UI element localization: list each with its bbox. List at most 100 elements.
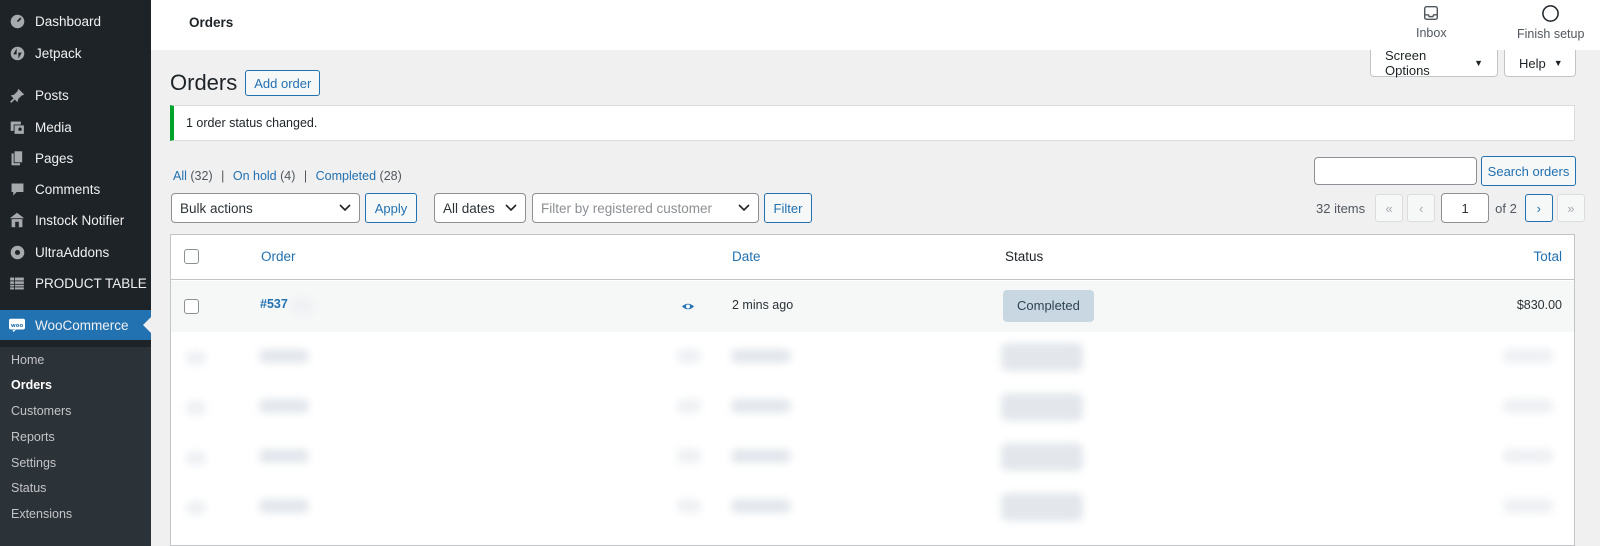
sidebar-item-pages[interactable]: Pages bbox=[0, 144, 151, 172]
date-filter-value: All dates bbox=[443, 200, 495, 216]
caret-down-icon: ▼ bbox=[1474, 58, 1483, 68]
current-page-input[interactable]: 1 bbox=[1441, 193, 1490, 223]
submenu-item-home[interactable]: Home bbox=[11, 353, 44, 367]
progress-circle-icon bbox=[1542, 5, 1560, 22]
header-page-title: Orders bbox=[189, 15, 234, 30]
finish-setup-label: Finish setup bbox=[1517, 27, 1585, 41]
last-page-button[interactable]: » bbox=[1556, 194, 1585, 222]
help-button[interactable]: Help ▼ bbox=[1504, 50, 1576, 77]
caret-down-icon: ▼ bbox=[1553, 58, 1563, 68]
inbox-button[interactable]: Inbox bbox=[1416, 4, 1447, 40]
column-status: Status bbox=[1005, 249, 1044, 264]
sidebar-item-product-table[interactable]: PRODUCT TABLE bbox=[0, 269, 151, 297]
comment-icon bbox=[8, 180, 26, 198]
view-separator: | bbox=[221, 169, 225, 183]
submenu-item-settings[interactable]: Settings bbox=[11, 456, 56, 470]
help-label: Help bbox=[1519, 55, 1546, 71]
submenu-item-status[interactable]: Status bbox=[11, 481, 46, 495]
order-total: $830.00 bbox=[1516, 298, 1562, 312]
view-completed-count: (28) bbox=[379, 169, 402, 183]
date-filter-select[interactable]: All dates bbox=[434, 193, 526, 223]
first-page-button[interactable]: « bbox=[1375, 194, 1404, 222]
sidebar-item-jetpack[interactable]: Jetpack bbox=[0, 39, 151, 67]
woo-icon: woo bbox=[8, 316, 26, 334]
finish-setup-button[interactable]: Finish setup bbox=[1517, 4, 1584, 41]
column-order[interactable]: Order bbox=[261, 249, 296, 264]
sidebar-item-ultraaddons[interactable]: UltraAddons bbox=[0, 238, 151, 266]
view-onhold-link[interactable]: On hold bbox=[233, 169, 277, 183]
order-number-link[interactable]: #537 bbox=[260, 297, 288, 311]
sidebar-item-posts[interactable]: Posts bbox=[0, 81, 151, 109]
inbox-label: Inbox bbox=[1416, 26, 1447, 40]
sidebar-item-label: Instock Notifier bbox=[35, 212, 125, 228]
success-notice: 1 order status changed. bbox=[170, 105, 1575, 141]
status-views: All (32) | On hold (4) | Completed (28) bbox=[173, 169, 402, 183]
bulk-actions-value: Bulk actions bbox=[180, 200, 253, 216]
title-row: Orders Add order bbox=[170, 70, 321, 96]
sidebar-item-label: Media bbox=[35, 119, 72, 135]
submenu-item-reports[interactable]: Reports bbox=[11, 430, 55, 444]
media-icon bbox=[8, 118, 26, 136]
inbox-icon bbox=[1424, 5, 1439, 21]
sidebar-item-label: Jetpack bbox=[35, 45, 82, 61]
table-header: Order Date Status Total bbox=[171, 235, 1574, 280]
submenu-item-customers[interactable]: Customers bbox=[11, 404, 71, 418]
items-count: 32 items bbox=[1316, 200, 1366, 216]
submenu-item-orders[interactable]: Orders bbox=[11, 378, 52, 392]
redacted-row bbox=[181, 383, 1571, 433]
order-date: 2 mins ago bbox=[732, 298, 794, 312]
redacted-row bbox=[181, 483, 1571, 533]
page-title: Orders bbox=[170, 70, 238, 95]
view-completed-link[interactable]: Completed bbox=[316, 169, 376, 183]
next-page-button[interactable]: › bbox=[1524, 194, 1553, 222]
sidebar-item-label: Dashboard bbox=[35, 13, 102, 29]
dashboard-icon bbox=[8, 12, 26, 30]
search-orders-button[interactable]: Search orders bbox=[1481, 156, 1576, 186]
sidebar-item-dashboard[interactable]: Dashboard bbox=[0, 7, 151, 35]
orders-table: Order Date Status Total #537 2 mins ago … bbox=[170, 234, 1575, 546]
chevron-down-icon bbox=[738, 204, 750, 212]
pin-icon bbox=[8, 86, 26, 104]
sidebar-item-label: PRODUCT TABLE bbox=[35, 275, 147, 291]
sidebar-item-comments[interactable]: Comments bbox=[0, 175, 151, 203]
jetpack-icon bbox=[8, 44, 26, 62]
addons-icon bbox=[8, 243, 26, 261]
redacted-customer-name bbox=[291, 299, 313, 313]
sidebar-item-label: UltraAddons bbox=[35, 244, 110, 260]
row-checkbox[interactable] bbox=[184, 299, 199, 314]
bulk-actions-select[interactable]: Bulk actions bbox=[171, 193, 360, 223]
select-all-checkbox[interactable] bbox=[184, 249, 199, 264]
sidebar-item-label: WooCommerce bbox=[35, 317, 129, 333]
svg-text:woo: woo bbox=[11, 323, 24, 329]
pagination: 32 items « ‹ 1 of 2 › » bbox=[1316, 193, 1585, 223]
status-badge: Completed bbox=[1003, 290, 1094, 322]
sidebar-item-woocommerce[interactable]: woo WooCommerce bbox=[0, 310, 151, 340]
column-date[interactable]: Date bbox=[732, 249, 761, 264]
search-orders-input[interactable] bbox=[1314, 157, 1477, 185]
redacted-row bbox=[181, 433, 1571, 483]
pages-icon bbox=[8, 149, 26, 167]
table-icon bbox=[8, 274, 26, 292]
table-row[interactable]: #537 2 mins ago Completed $830.00 bbox=[171, 281, 1574, 332]
screen-options-label: Screen Options bbox=[1385, 48, 1430, 78]
woocommerce-header: Orders Inbox Finish setup bbox=[151, 0, 1600, 50]
view-separator: | bbox=[303, 169, 308, 183]
customer-filter-select[interactable]: Filter by registered customer bbox=[532, 193, 759, 223]
chevron-down-icon bbox=[339, 204, 351, 212]
submenu-item-extensions[interactable]: Extensions bbox=[11, 507, 72, 521]
prev-page-button[interactable]: ‹ bbox=[1407, 194, 1436, 222]
notice-text: 1 order status changed. bbox=[186, 116, 318, 130]
column-total[interactable]: Total bbox=[1533, 249, 1562, 264]
add-order-button[interactable]: Add order bbox=[245, 70, 321, 96]
customer-filter-placeholder: Filter by registered customer bbox=[541, 200, 713, 216]
apply-button[interactable]: Apply bbox=[365, 193, 417, 223]
admin-sidebar: Dashboard Jetpack Posts Media Pages Comm… bbox=[0, 0, 151, 546]
sidebar-item-media[interactable]: Media bbox=[0, 113, 151, 141]
filter-button[interactable]: Filter bbox=[764, 193, 812, 223]
view-all-link[interactable]: All bbox=[173, 169, 187, 183]
woocommerce-submenu: Home Orders Customers Reports Settings S… bbox=[0, 347, 151, 546]
total-pages: of 2 bbox=[1495, 200, 1517, 216]
screen-options-button[interactable]: Screen Options ▼ bbox=[1370, 48, 1498, 78]
preview-eye-icon[interactable] bbox=[681, 302, 695, 311]
sidebar-item-instock-notifier[interactable]: Instock Notifier bbox=[0, 206, 151, 234]
